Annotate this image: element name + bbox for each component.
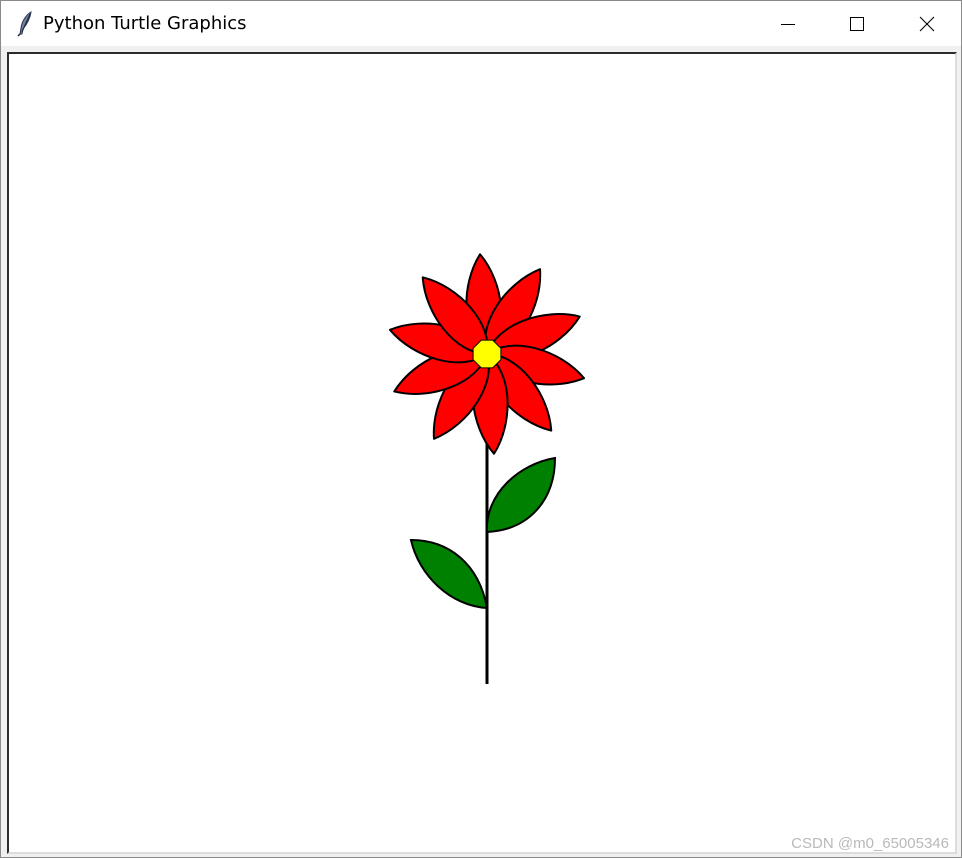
close-button[interactable] [892,1,961,46]
leaf [409,538,489,610]
watermark: CSDN @m0_65005346 [791,835,949,852]
window-title: Python Turtle Graphics [43,13,247,34]
minimize-button[interactable] [753,1,823,46]
maximize-icon [850,16,864,31]
leaves-group [409,456,557,610]
title-bar[interactable]: Python Turtle Graphics [1,1,961,46]
feather-icon [17,11,32,37]
close-icon [919,16,935,31]
leaf [485,456,557,534]
flower-center [472,339,502,369]
minimize-icon [781,23,795,25]
flower-drawing [388,253,586,684]
turtle-canvas-frame: CSDN @m0_65005346 [7,52,957,854]
turtle-canvas[interactable] [9,54,955,852]
turtle-window: Python Turtle Graphics CSDN @m0_65005346 [0,0,962,858]
maximize-button[interactable] [822,1,892,46]
